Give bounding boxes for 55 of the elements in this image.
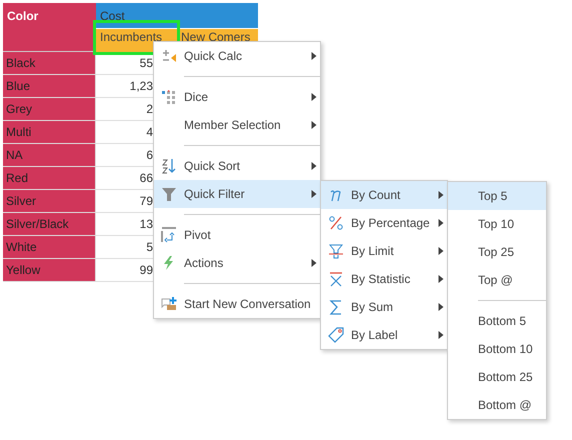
menu-item[interactable]: Top @ [448,266,546,294]
percent-icon [328,215,344,231]
menu-item[interactable]: By Count [321,181,447,209]
tag-icon [328,327,344,343]
row-label: Yellow [3,259,96,282]
funnel-limit-icon [328,243,344,259]
table-cell-text: 13 [138,216,153,233]
x-bar-icon [328,271,344,287]
menu-item[interactable]: By Label [321,321,447,349]
table-cell-text: 5 [145,239,153,256]
row-label: White [3,236,96,259]
menu-item[interactable]: By Statistic [321,265,447,293]
menu-item[interactable]: Member Selection [154,111,320,139]
menu-item[interactable]: Top 25 [448,238,546,266]
menu-item[interactable]: Bottom 25 [448,363,546,391]
row-label: Multi [3,121,96,144]
table-cell-text: 4 [145,124,153,141]
menu-item[interactable]: Top 10 [448,210,546,238]
menu-item[interactable]: Top 5 [448,182,546,210]
row-label: Silver/Black [3,213,96,236]
menu-item[interactable]: Start New Conversation [154,290,320,318]
menu-item[interactable]: Actions [154,249,320,277]
menu-item[interactable]: Quick Filter [154,180,320,208]
table-cell-text: 2 [145,101,153,118]
row-label: Silver [3,190,96,213]
menu-item[interactable]: By Percentage [321,209,447,237]
menu-item[interactable]: Quick Calc [154,42,320,70]
menu-item[interactable]: Pivot [154,221,320,249]
calc-icon [161,48,177,64]
row-label: NA [3,144,96,167]
menu-item[interactable]: Bottom @ [448,391,546,419]
menu-item[interactable]: By Limit [321,237,447,265]
table-cell-text: 6 [145,147,153,164]
table-cell-text: 79 [138,193,153,210]
row-label: Red [3,167,96,190]
menu-item[interactable]: Dice [154,83,320,111]
column-group-header: Cost [96,3,258,28]
grid-icon [161,89,177,105]
menu-item[interactable]: Bottom 10 [448,335,546,363]
menu-item[interactable]: Quick Sort [154,152,320,180]
chat-plus-icon [161,296,177,312]
row-label: Black [3,52,96,75]
table-cell-text: 55 [138,55,153,72]
pivot-icon [161,227,177,243]
table-cell-text: 66 [138,170,153,187]
sigma-icon [328,299,344,315]
menu-item[interactable]: By Sum [321,293,447,321]
funnel-icon [161,186,177,202]
row-label: Blue [3,75,96,98]
sort-icon [161,158,177,174]
row-label: Grey [3,98,96,121]
menu-item[interactable]: Bottom 5 [448,307,546,335]
table-cell-text: 99 [138,262,153,279]
row-header: Color [3,3,96,52]
table-cell-text: 1,23 [128,78,153,95]
